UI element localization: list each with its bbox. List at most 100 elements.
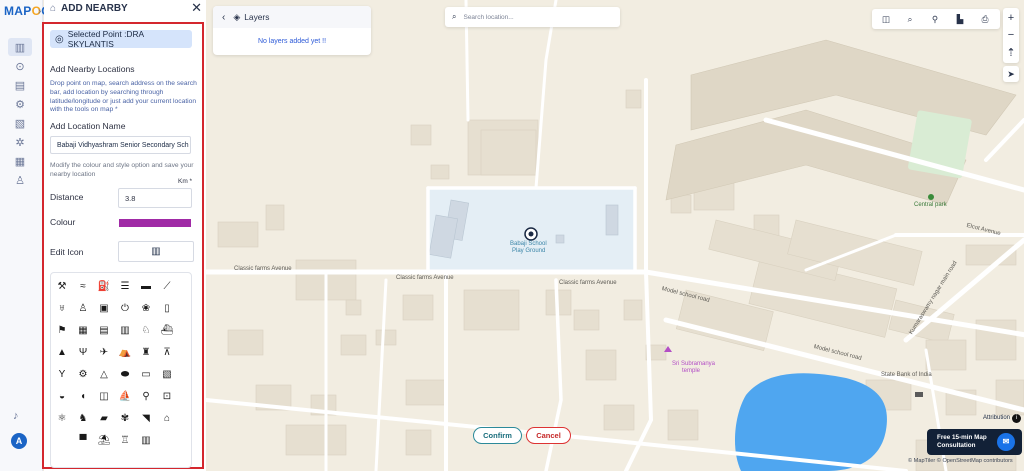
plane-icon[interactable]: ✈ (97, 347, 111, 359)
cocktail-icon[interactable]: Y (55, 369, 69, 381)
tent-icon[interactable]: ⛺ (118, 347, 132, 359)
consult-line1: Free 15-min Map (937, 434, 987, 441)
boat-icon[interactable]: ⛵ (118, 391, 132, 403)
pin-icon[interactable]: ⊙ (10, 58, 30, 74)
distance-input[interactable]: 3.8 (118, 188, 192, 208)
surfboard-icon[interactable]: ⟋ (160, 281, 174, 293)
settings-icon[interactable]: ✲ (10, 134, 30, 150)
left-rail: MAPOG ▥ ⊙ ▤ ⚙ ▧ ✲ ▦ ♙ ♪ A (0, 0, 51, 471)
dining-icon[interactable]: Ψ (76, 347, 90, 359)
bowl-icon[interactable]: ◒ (55, 391, 69, 403)
bank-icon[interactable]: ⌂ (160, 413, 174, 425)
dumbbell-icon[interactable]: ⚒ (55, 281, 69, 293)
bus-icon[interactable]: ▬ (139, 281, 153, 293)
horse-icon[interactable]: ♞ (76, 413, 90, 425)
metro-icon[interactable]: ▥ (118, 325, 132, 337)
layers-title: Layers (244, 12, 270, 22)
gear-icon[interactable]: ⚙ (10, 96, 30, 112)
car-icon[interactable]: ◖ (76, 391, 90, 403)
tent2-icon[interactable]: △ (97, 369, 111, 381)
close-icon[interactable]: ✕ (191, 0, 202, 16)
edit-icon-button[interactable]: ▥ (118, 241, 194, 262)
attribution[interactable]: Attribution i (983, 414, 1022, 423)
locate-icon[interactable]: ➤ (1003, 66, 1019, 82)
layers-panel: ‹ ◈ Layers No layers added yet !! (213, 6, 371, 55)
hiker-icon[interactable]: ⚑ (55, 325, 69, 337)
bottle-icon[interactable]: ▯ (160, 303, 174, 315)
document-icon[interactable]: ▤ (10, 77, 30, 93)
unit-label: Km * (178, 178, 193, 185)
attribution-label: Attribution (983, 415, 1011, 421)
bike-icon[interactable]: ⚲ (139, 391, 153, 403)
trolley-icon[interactable]: ⊡ (160, 391, 174, 403)
panel-header: ⌂ ADD NEARBY ✕ (50, 0, 202, 16)
cinema-icon[interactable]: ▦ (76, 325, 90, 337)
map-search-bar[interactable]: ⌕ Search location... (445, 7, 620, 27)
layers-header: ‹ ◈ Layers (213, 6, 371, 28)
layers-icon: ◈ (233, 11, 241, 22)
beach-icon[interactable]: ⛱ (97, 435, 111, 447)
colour-picker[interactable] (119, 219, 191, 227)
tractor-icon[interactable]: ⚛ (55, 413, 69, 425)
map-label-park: Central park (914, 202, 947, 208)
fuel-icon[interactable]: ⛽ (97, 281, 111, 293)
pin-person-icon[interactable]: ⚲ (928, 13, 942, 25)
map-toolbar: ◫ ⌕ ⚲ ▙ ⎙ (872, 9, 1000, 29)
map-icon[interactable]: ▥ (8, 38, 32, 56)
wine-icon[interactable]: ♅ (55, 303, 69, 315)
chevron-left-icon[interactable]: ‹ (222, 12, 225, 23)
bell-icon[interactable]: ♪ (13, 410, 19, 422)
edit-icon-label: Edit Icon (50, 247, 84, 257)
info-icon[interactable]: i (1012, 414, 1022, 423)
map-label-road: Classic farms Avenue (559, 280, 617, 286)
police-icon[interactable]: ♜ (139, 347, 153, 359)
confirm-button[interactable]: Confirm (473, 427, 522, 444)
people-icon[interactable]: ♙ (10, 172, 30, 188)
cancel-button[interactable]: Cancel (526, 427, 571, 444)
mountain-icon[interactable]: ▲ (55, 347, 69, 359)
train-icon[interactable]: ▣ (97, 303, 111, 315)
location-name-label: Add Location Name (50, 121, 126, 131)
camel-icon[interactable]: ♘ (139, 325, 153, 337)
report-icon[interactable]: ▦ (10, 153, 30, 169)
chat-icon[interactable]: ✉ (997, 433, 1015, 451)
truck-icon[interactable]: ▰ (97, 413, 111, 425)
print-icon[interactable]: ⎙ (978, 13, 992, 25)
cinema2-icon[interactable]: ◫ (97, 391, 111, 403)
plug-icon[interactable]: ⏻ (118, 303, 132, 315)
selected-point-text: Selected Point :DRA SKYLANTIS (67, 29, 144, 49)
zoom-out-button[interactable]: − (1003, 27, 1019, 43)
distance-label: Distance (50, 192, 84, 202)
tooth-icon[interactable]: ♙ (76, 303, 90, 315)
map-label-school: Babaji School (510, 241, 547, 247)
hairdryer-icon[interactable]: ◥ (139, 413, 153, 425)
pill-icon[interactable]: ⬬ (118, 369, 132, 381)
ship-icon[interactable]: ⛴ (160, 325, 174, 337)
gym-icon[interactable]: ✾ (118, 413, 132, 425)
measure-icon[interactable]: ▙ (953, 13, 967, 25)
home-icon: ⌂ (50, 2, 57, 14)
paw-icon[interactable]: ❀ (139, 303, 153, 315)
consultation-banner[interactable]: Free 15-min Map Consultation ✉ (927, 429, 1022, 455)
layers-icon[interactable]: ◫ (879, 13, 893, 25)
data-icon[interactable]: ▧ (10, 115, 30, 131)
parking-icon[interactable]: ▀ (76, 435, 90, 447)
search-icon[interactable]: ⌕ (903, 13, 917, 25)
map-label-road: Classic farms Avenue (396, 275, 454, 281)
swimmer-icon[interactable]: ≈ (76, 281, 90, 293)
building-icon[interactable]: ▥ (139, 435, 153, 447)
hotel-icon[interactable]: ▤ (97, 325, 111, 337)
selected-point-chip: ◎ Selected Point :DRA SKYLANTIS (50, 29, 192, 49)
location-name-input[interactable]: Babaji Vidhyashram Senior Secondary Sch (50, 136, 191, 154)
map-label-road: Classic farms Avenue (234, 266, 292, 272)
atv-icon[interactable]: ⚙ (76, 369, 90, 381)
avatar[interactable]: A (11, 433, 27, 449)
compass-icon[interactable]: ⇡ (1003, 45, 1019, 61)
zoom-in-button[interactable]: + (1003, 10, 1019, 26)
castle-icon[interactable]: ♖ (118, 435, 132, 447)
book-icon[interactable]: ▧ (160, 369, 174, 381)
map-canvas[interactable]: Babaji School Play Ground Classic farms … (206, 0, 1024, 471)
graduation-icon[interactable]: ⊼ (160, 347, 174, 359)
burger-icon[interactable]: ☰ (118, 281, 132, 293)
bus2-icon[interactable]: ▭ (139, 369, 153, 381)
